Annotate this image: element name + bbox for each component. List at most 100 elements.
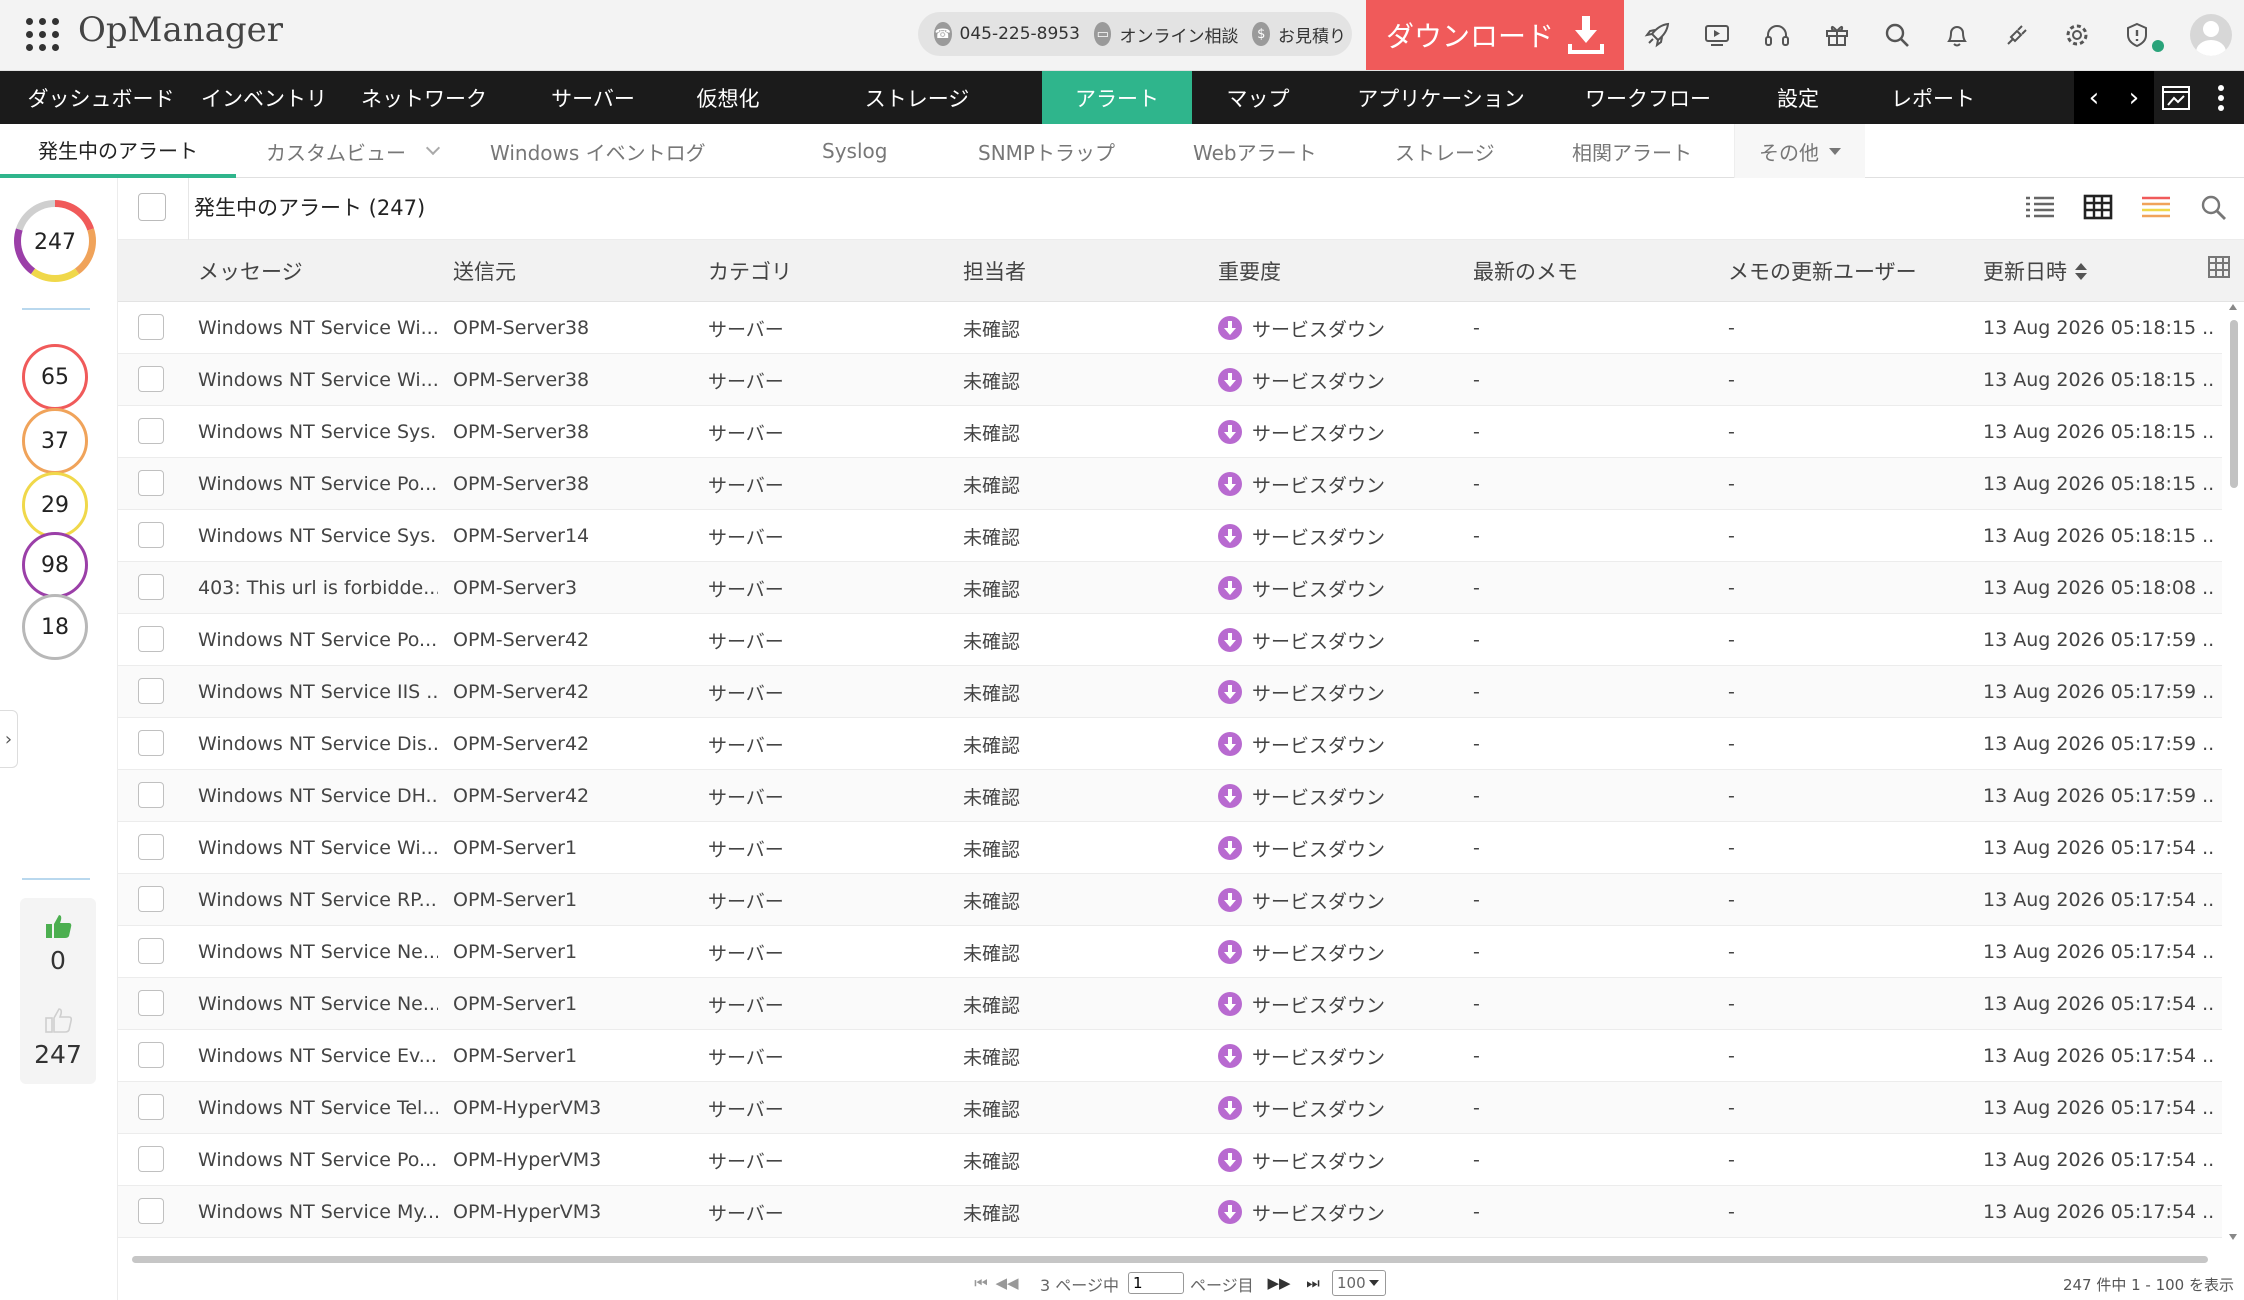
table-row[interactable]: Windows NT Service Ne... OPM-Server1 サーバー 未… xyxy=(118,978,2222,1030)
cell-source[interactable]: OPM-Server14 xyxy=(453,510,693,562)
nav-maps[interactable]: マップ xyxy=(1192,71,1324,124)
critical-count[interactable]: 65 xyxy=(22,344,88,410)
search-icon[interactable] xyxy=(1876,14,1918,56)
table-row[interactable]: Windows NT Service Wi... OPM-Server38 サーバー… xyxy=(118,302,2222,354)
col-assignee[interactable]: 担当者 xyxy=(963,240,1026,302)
tab-windows-eventlog[interactable]: Windows イベントログ xyxy=(490,124,706,178)
first-page-icon[interactable]: ⏮ xyxy=(972,1274,990,1292)
thumbs-up-outline-icon[interactable] xyxy=(44,1006,74,1034)
nav-dashboard[interactable]: ダッシュボード xyxy=(0,71,202,124)
cell-message[interactable]: Windows NT Service Tel... xyxy=(198,1082,438,1134)
major-count[interactable]: 37 xyxy=(22,408,88,474)
tab-correlated-alerts[interactable]: 相関アラート xyxy=(1572,124,1692,178)
table-row[interactable]: Windows NT Service Po... OPM-Server38 サーバー… xyxy=(118,458,2222,510)
cell-source[interactable]: OPM-Server38 xyxy=(453,354,693,406)
grid-view-icon[interactable] xyxy=(2082,192,2114,222)
cell-message[interactable]: Windows NT Service Po... xyxy=(198,614,438,666)
row-checkbox[interactable] xyxy=(138,1042,164,1068)
phone-number[interactable]: 045-225-8953 xyxy=(960,24,1080,44)
row-checkbox[interactable] xyxy=(138,626,164,652)
row-checkbox[interactable] xyxy=(138,730,164,756)
cell-message[interactable]: Windows NT Service Wi... xyxy=(198,822,438,874)
vertical-scrollbar[interactable] xyxy=(2222,302,2244,1242)
cell-source[interactable]: OPM-Server38 xyxy=(453,302,693,354)
nav-settings[interactable]: 設定 xyxy=(1738,71,1858,124)
cell-source[interactable]: OPM-HyperVM3 xyxy=(453,1134,693,1186)
row-checkbox[interactable] xyxy=(138,314,164,340)
row-checkbox[interactable] xyxy=(138,834,164,860)
col-message[interactable]: メッセージ xyxy=(198,240,303,302)
last-page-icon[interactable]: ⏭ xyxy=(1304,1274,1322,1292)
horizontal-scroll-thumb[interactable] xyxy=(132,1256,2208,1263)
table-row[interactable]: 403: This url is forbidde... OPM-Server3 サ… xyxy=(118,562,2222,614)
cell-message[interactable]: Windows NT Service Dis... xyxy=(198,718,438,770)
scroll-up-icon[interactable] xyxy=(2229,304,2237,310)
col-last-note[interactable]: 最新のメモ xyxy=(1473,240,1578,302)
tab-more[interactable]: その他 xyxy=(1734,124,1865,178)
minor-count[interactable]: 29 xyxy=(22,472,88,538)
row-checkbox[interactable] xyxy=(138,1198,164,1224)
more-menu-icon[interactable] xyxy=(2198,71,2244,124)
table-row[interactable]: Windows NT Service Sys... OPM-Server38 サーバ… xyxy=(118,406,2222,458)
nav-reports[interactable]: レポート xyxy=(1858,71,2008,124)
table-row[interactable]: Windows NT Service Sys... OPM-Server14 サーバ… xyxy=(118,510,2222,562)
nav-prev-icon[interactable]: ‹ xyxy=(2074,71,2114,124)
nav-server[interactable]: サーバー xyxy=(522,71,664,124)
shield-alert-icon[interactable] xyxy=(2116,14,2158,56)
nav-workflow[interactable]: ワークフロー xyxy=(1558,71,1738,124)
cell-message[interactable]: Windows NT Service Sys... xyxy=(198,510,438,562)
cell-source[interactable]: OPM-Server1 xyxy=(453,978,693,1030)
cell-source[interactable]: OPM-Server42 xyxy=(453,666,693,718)
tab-web-alerts[interactable]: Webアラート xyxy=(1193,124,1317,178)
attention-count[interactable]: 18 xyxy=(22,594,88,660)
gear-icon[interactable] xyxy=(2056,14,2098,56)
cell-message[interactable]: Windows NT Service Wi... xyxy=(198,302,438,354)
nav-inventory[interactable]: インベントリ xyxy=(201,71,327,124)
nav-network[interactable]: ネットワーク xyxy=(326,71,522,124)
cell-message[interactable]: Windows NT Service Ne... xyxy=(198,926,438,978)
tab-custom-view[interactable]: カスタムビュー xyxy=(266,124,441,178)
row-checkbox[interactable] xyxy=(138,678,164,704)
cell-source[interactable]: OPM-Server1 xyxy=(453,926,693,978)
table-row[interactable]: Windows NT Service RP... OPM-Server1 サーバー 未… xyxy=(118,874,2222,926)
select-all-checkbox[interactable] xyxy=(138,193,166,221)
tab-active-alerts[interactable]: 発生中のアラート xyxy=(0,124,236,178)
nav-alerts[interactable]: アラート xyxy=(1042,71,1192,124)
table-row[interactable]: Windows NT Service DH... OPM-Server42 サーバー… xyxy=(118,770,2222,822)
col-note-user[interactable]: メモの更新ユーザー xyxy=(1728,240,1917,302)
avatar[interactable] xyxy=(2190,14,2232,56)
table-row[interactable]: Windows NT Service Ne... OPM-Server1 サーバー 未… xyxy=(118,926,2222,978)
panel-expand-icon[interactable]: › xyxy=(0,710,18,768)
table-row[interactable]: Windows NT Service Ev... OPM-Server1 サーバー 未… xyxy=(118,1030,2222,1082)
nav-storage[interactable]: ストレージ xyxy=(792,71,1042,124)
thumbs-up-icon[interactable] xyxy=(44,912,74,940)
list-view-icon[interactable] xyxy=(2024,192,2056,222)
cell-source[interactable]: OPM-Server42 xyxy=(453,614,693,666)
fullscreen-icon[interactable] xyxy=(2154,71,2198,124)
col-modified[interactable]: 更新日時 xyxy=(1983,240,2087,302)
total-alerts-donut[interactable]: 247 xyxy=(12,198,98,284)
gift-icon[interactable] xyxy=(1816,14,1858,56)
cell-message[interactable]: Windows NT Service IIS ... xyxy=(198,666,438,718)
cell-source[interactable]: OPM-Server38 xyxy=(453,458,693,510)
tab-syslog[interactable]: Syslog xyxy=(822,124,887,178)
cell-source[interactable]: OPM-Server1 xyxy=(453,874,693,926)
cell-source[interactable]: OPM-Server3 xyxy=(453,562,693,614)
cell-message[interactable]: Windows NT Service Sys... xyxy=(198,406,438,458)
cell-message[interactable]: Windows NT Service Ne... xyxy=(198,978,438,1030)
bell-icon[interactable] xyxy=(1936,14,1978,56)
cell-source[interactable]: OPM-Server42 xyxy=(453,770,693,822)
service-down-count[interactable]: 98 xyxy=(22,532,88,598)
next-page-icon[interactable]: ▶▶ xyxy=(1267,1274,1290,1292)
cell-message[interactable]: Windows NT Service DH... xyxy=(198,770,438,822)
rocket-icon[interactable] xyxy=(1636,14,1678,56)
tab-snmp-traps[interactable]: SNMPトラップ xyxy=(978,124,1115,178)
col-category[interactable]: カテゴリ xyxy=(708,240,792,302)
cell-source[interactable]: OPM-Server42 xyxy=(453,718,693,770)
cell-source[interactable]: OPM-Server1 xyxy=(453,1030,693,1082)
cell-message[interactable]: Windows NT Service My... xyxy=(198,1186,438,1238)
col-source[interactable]: 送信元 xyxy=(453,240,516,302)
app-grid-icon[interactable] xyxy=(26,18,60,52)
row-checkbox[interactable] xyxy=(138,938,164,964)
download-button[interactable]: ダウンロード xyxy=(1366,0,1624,70)
